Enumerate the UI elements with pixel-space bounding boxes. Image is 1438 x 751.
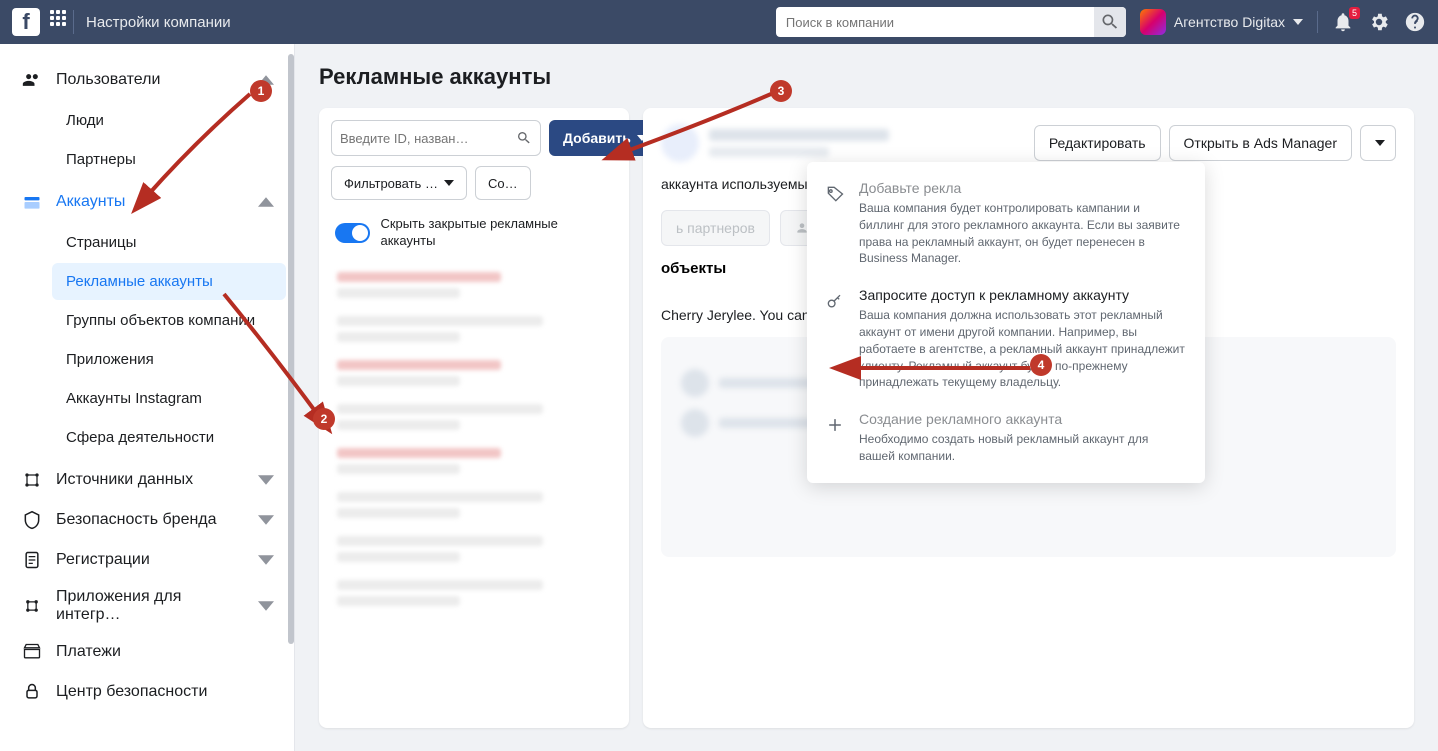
help-icon[interactable] bbox=[1404, 11, 1426, 33]
more-options-button[interactable] bbox=[1360, 125, 1396, 161]
list-item[interactable] bbox=[337, 316, 611, 344]
annotation-arrow-3 bbox=[616, 92, 776, 167]
page-title: Рекламные аккаунты bbox=[319, 64, 1414, 90]
add-dropdown-menu: Добавьте рекла Ваша компания будет контр… bbox=[807, 162, 1205, 483]
sort-button[interactable]: Со… bbox=[475, 166, 531, 200]
chevron-down-icon bbox=[258, 598, 274, 614]
company-avatar bbox=[1140, 9, 1166, 35]
annotation-badge-2: 2 bbox=[313, 408, 335, 430]
caret-down-icon bbox=[1375, 138, 1385, 148]
annotation-badge-3: 3 bbox=[770, 80, 792, 102]
annotation-arrow-4 bbox=[845, 360, 1035, 385]
chevron-down-icon bbox=[258, 552, 274, 568]
facebook-logo[interactable]: f bbox=[12, 8, 40, 36]
nav-data-sources[interactable]: Источники данных bbox=[0, 460, 294, 500]
tag-icon bbox=[825, 184, 845, 267]
nav-payments[interactable]: Платежи bbox=[0, 632, 294, 672]
account-search-field[interactable] bbox=[331, 120, 541, 156]
company-search[interactable] bbox=[776, 7, 1126, 37]
assign-partners-button: ь партнеров bbox=[661, 210, 770, 246]
caret-down-icon bbox=[444, 178, 454, 188]
list-item[interactable] bbox=[337, 272, 611, 300]
annotation-badge-4: 4 bbox=[1030, 354, 1052, 376]
dd-add-account[interactable]: Добавьте рекла Ваша компания будет контр… bbox=[807, 170, 1205, 277]
company-search-input[interactable] bbox=[776, 15, 1094, 30]
settings-gear-icon[interactable] bbox=[1368, 11, 1390, 33]
chevron-down-icon bbox=[258, 512, 274, 528]
list-item[interactable] bbox=[337, 492, 611, 520]
hide-closed-toggle[interactable] bbox=[335, 223, 370, 243]
company-search-button[interactable] bbox=[1094, 7, 1126, 37]
list-item[interactable] bbox=[337, 448, 611, 476]
list-item[interactable] bbox=[337, 404, 611, 432]
top-header: f Настройки компании Агентство Digitax 5 bbox=[0, 0, 1438, 44]
main-content: Рекламные аккаунты Добавить Фильтро bbox=[295, 44, 1438, 751]
nav-security-center[interactable]: Центр безопасности bbox=[0, 672, 294, 712]
chevron-up-icon bbox=[258, 194, 274, 210]
accounts-list-panel: Добавить Фильтровать … Со… Скрыть закр bbox=[319, 108, 629, 728]
filter-button[interactable]: Фильтровать … bbox=[331, 166, 467, 200]
annotation-badge-1: 1 bbox=[250, 80, 272, 102]
page-title-header: Настройки компании bbox=[86, 14, 231, 31]
company-name: Агентство Digitax bbox=[1174, 14, 1285, 30]
account-search-input[interactable] bbox=[340, 131, 516, 146]
key-icon bbox=[825, 291, 845, 391]
list-item[interactable] bbox=[337, 536, 611, 564]
notif-badge: 5 bbox=[1349, 7, 1360, 19]
open-ads-manager-button[interactable]: Открыть в Ads Manager bbox=[1169, 125, 1352, 161]
accounts-list bbox=[331, 272, 617, 608]
dd-create-account[interactable]: Создание рекламного аккаунта Необходимо … bbox=[807, 401, 1205, 475]
nav-brand-safety[interactable]: Безопасность бренда bbox=[0, 500, 294, 540]
nav-pages[interactable]: Страницы bbox=[52, 224, 286, 261]
search-icon bbox=[516, 130, 532, 146]
notifications-icon[interactable]: 5 bbox=[1332, 11, 1354, 33]
annotation-arrow-2 bbox=[220, 290, 330, 430]
hide-closed-label: Скрыть закрытые рекламные аккаунты bbox=[380, 216, 613, 250]
chevron-down-icon bbox=[1293, 17, 1303, 27]
apps-grid-icon[interactable] bbox=[50, 10, 74, 34]
edit-button[interactable]: Редактировать bbox=[1034, 125, 1161, 161]
list-item[interactable] bbox=[337, 580, 611, 608]
list-item[interactable] bbox=[337, 360, 611, 388]
chevron-down-icon bbox=[258, 472, 274, 488]
company-selector[interactable]: Агентство Digitax bbox=[1140, 9, 1303, 35]
annotation-arrow-1 bbox=[135, 92, 255, 217]
nav-registrations[interactable]: Регистрации bbox=[0, 540, 294, 580]
plus-icon bbox=[825, 415, 845, 465]
nav-integrations[interactable]: Приложения для интегр… bbox=[0, 580, 294, 632]
